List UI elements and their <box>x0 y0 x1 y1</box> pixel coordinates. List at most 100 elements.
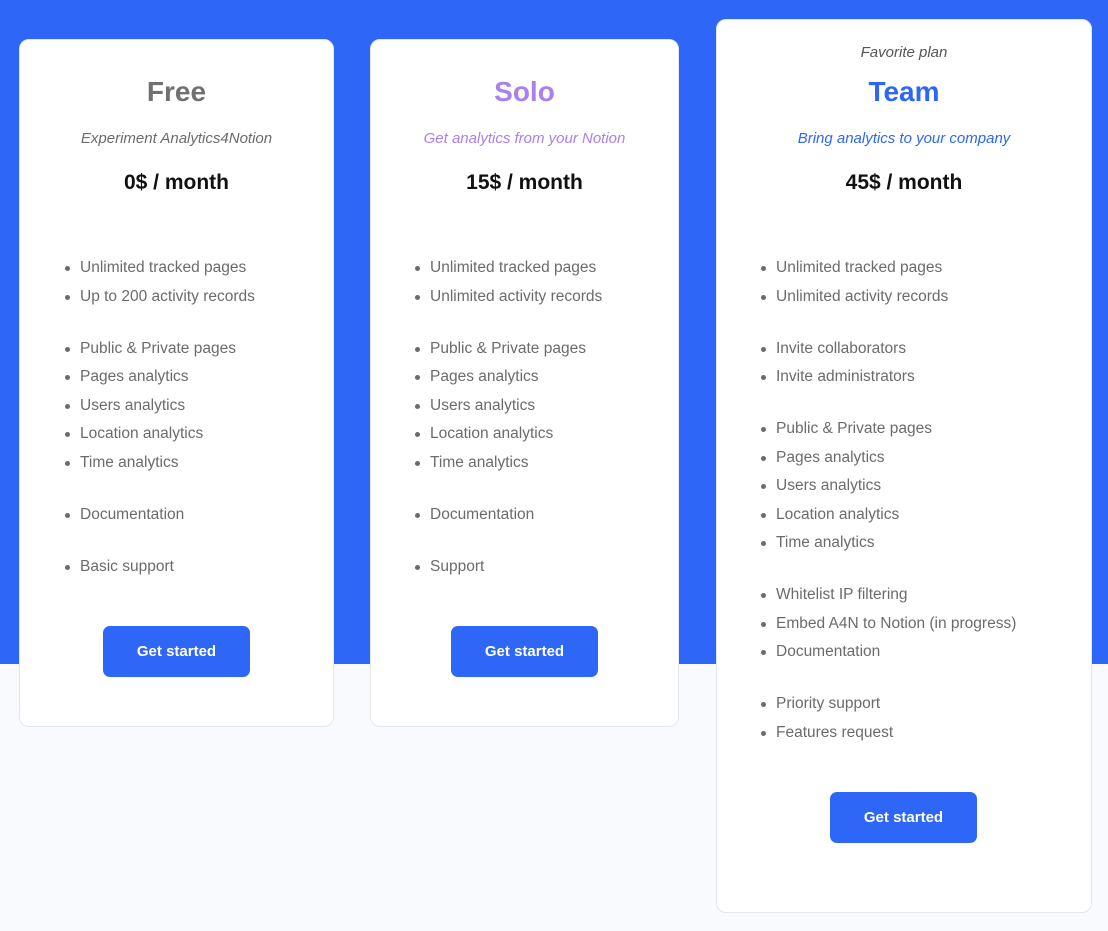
plan-tagline: Bring analytics to your company <box>797 130 1011 147</box>
feature-label: Unlimited activity records <box>776 287 949 305</box>
bullet-icon <box>761 346 766 352</box>
get-started-button-free[interactable]: Get started <box>103 626 250 677</box>
feature-label: Unlimited tracked pages <box>430 259 597 276</box>
bullet-icon <box>415 564 420 570</box>
bullet-icon <box>761 541 766 546</box>
feature-item: Invite administrators <box>760 363 1081 392</box>
bullet-icon <box>761 593 766 598</box>
feature-label: Documentation <box>430 505 535 523</box>
feature-item: Documentation <box>64 501 323 530</box>
feature-label: Location analytics <box>776 505 900 523</box>
plan-tagline: Experiment Analytics4Notion <box>80 130 273 147</box>
bullet-icon <box>415 403 420 409</box>
feature-label: Features request <box>776 723 894 741</box>
feature-label: Users analytics <box>80 396 186 414</box>
feature-item: Up to 200 activity records <box>64 283 323 312</box>
bullet-icon <box>415 346 420 352</box>
feature-label: Priority support <box>776 695 881 712</box>
feature-group: Documentation <box>414 501 668 530</box>
bullet-icon <box>761 512 766 518</box>
feature-item: Unlimited activity records <box>414 283 668 312</box>
feature-group: Basic support <box>64 553 323 582</box>
feature-label: Up to 200 activity records <box>80 287 255 305</box>
feature-item: Users analytics <box>64 392 323 421</box>
bullet-icon <box>761 650 766 655</box>
favorite-plan-badge: Favorite plan <box>860 44 948 61</box>
feature-item: Invite collaborators <box>760 335 1081 364</box>
feature-item: Unlimited tracked pages <box>760 254 1081 283</box>
feature-item: Unlimited activity records <box>760 283 1081 312</box>
plan-tagline: Get analytics from your Notion <box>423 130 626 147</box>
feature-item: Time analytics <box>64 449 323 478</box>
feature-label: Time analytics <box>80 453 179 471</box>
bullet-icon <box>761 375 766 380</box>
bullet-icon <box>65 294 70 300</box>
bullet-icon <box>761 427 766 432</box>
feature-item: Users analytics <box>760 472 1081 501</box>
bullet-icon <box>415 294 420 300</box>
feature-group: Unlimited tracked pages Up to 200 activit… <box>64 254 323 311</box>
feature-group: Priority support Features request <box>760 690 1081 747</box>
bullet-icon <box>65 460 70 466</box>
feature-item: Basic support <box>64 553 323 582</box>
bullet-icon <box>65 403 70 409</box>
feature-label: Unlimited tracked pages <box>776 259 943 276</box>
feature-group: Invite collaborators Invite administrator… <box>760 335 1081 392</box>
feature-item: Public & Private pages <box>64 335 323 364</box>
bullet-icon <box>761 730 766 736</box>
plan-price: 15$ / month <box>466 171 583 194</box>
feature-item: Embed A4N to Notion (in progress) <box>760 610 1081 639</box>
bullet-icon <box>415 375 420 380</box>
feature-item: Features request <box>760 719 1081 748</box>
bullet-icon <box>761 294 766 300</box>
bullet-icon <box>65 564 70 570</box>
feature-item: Time analytics <box>760 529 1081 558</box>
plan-name: Solo <box>494 76 555 107</box>
feature-label: Location analytics <box>430 425 554 442</box>
get-started-button-team[interactable]: Get started <box>830 792 977 843</box>
feature-label: Location analytics <box>80 425 204 442</box>
feature-label: Embed A4N to Notion (in progress) <box>776 614 1017 632</box>
feature-label: Pages analytics <box>80 368 189 385</box>
feature-label: Time analytics <box>430 453 529 471</box>
feature-item: Support <box>414 553 668 582</box>
bullet-icon <box>415 266 420 271</box>
feature-item: Whitelist IP filtering <box>760 581 1081 610</box>
bullet-icon <box>65 375 70 380</box>
bullet-icon <box>65 346 70 352</box>
feature-item: Unlimited tracked pages <box>64 254 323 283</box>
feature-group: Documentation <box>64 501 323 530</box>
plan-price: 45$ / month <box>845 171 963 194</box>
plan-name: Free <box>146 76 207 107</box>
feature-list: Unlimited tracked pages Unlimited activit… <box>414 254 668 605</box>
bullet-icon <box>415 512 420 518</box>
feature-item: Documentation <box>760 638 1081 667</box>
feature-item: Unlimited tracked pages <box>414 254 668 283</box>
bullet-icon <box>65 266 70 271</box>
feature-group: Whitelist IP filtering Embed A4N to Notio… <box>760 581 1081 667</box>
feature-label: Public & Private pages <box>80 339 236 357</box>
feature-label: Invite administrators <box>776 368 915 385</box>
feature-item: Priority support <box>760 690 1081 719</box>
bullet-icon <box>761 455 766 461</box>
feature-label: Users analytics <box>430 396 536 414</box>
bullet-icon <box>415 460 420 466</box>
bullet-icon <box>761 484 766 489</box>
feature-item: Pages analytics <box>414 363 668 392</box>
feature-label: Unlimited tracked pages <box>80 259 247 276</box>
get-started-button-solo[interactable]: Get started <box>451 626 598 677</box>
feature-item: Pages analytics <box>760 444 1081 473</box>
feature-group: Unlimited tracked pages Unlimited activit… <box>414 254 668 311</box>
feature-label: Support <box>430 557 485 575</box>
feature-label: Whitelist IP filtering <box>776 586 908 603</box>
feature-item: Pages analytics <box>64 363 323 392</box>
feature-label: Invite collaborators <box>776 339 907 357</box>
feature-label: Public & Private pages <box>776 420 932 437</box>
feature-label: Time analytics <box>776 534 875 551</box>
feature-item: Public & Private pages <box>760 415 1081 444</box>
feature-item: Time analytics <box>414 449 668 478</box>
plan-name: Team <box>868 76 940 107</box>
feature-label: Unlimited activity records <box>430 287 603 305</box>
bullet-icon <box>761 702 766 707</box>
bullet-icon <box>761 266 766 271</box>
